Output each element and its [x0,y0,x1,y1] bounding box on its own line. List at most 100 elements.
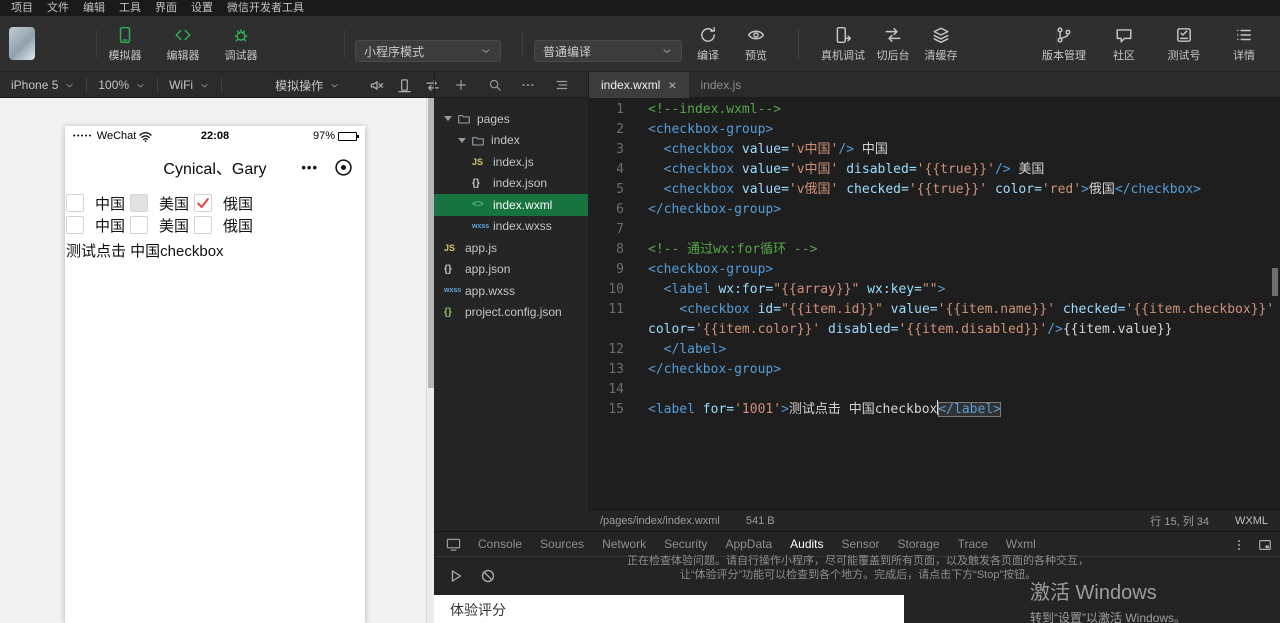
code-line-8[interactable]: 8 <!-- 通过wx:for循环 --> [588,240,1280,260]
compile-button[interactable]: 编译 [688,26,728,63]
dock-side-icon[interactable] [1258,538,1272,552]
file-item-index.wxss[interactable]: wxss index.wxss [434,216,588,238]
tab-index.wxml[interactable]: index.wxml × [589,72,689,98]
code-line-5[interactable]: 5 <checkbox value='v俄国' checked='{{true}… [588,180,1280,200]
menu-item-1[interactable]: 项目 [4,0,40,16]
test-caption[interactable]: 测试点击 中国checkbox [65,236,365,261]
checkbox-unchecked[interactable] [194,216,213,234]
expand-arrow-icon[interactable] [458,137,466,143]
search-button[interactable] [488,78,502,92]
file-item-app.js[interactable]: JS app.js [434,237,588,259]
editor-statusbar: /pages/index/index.wxml 541 B 行 15, 列 34… [588,510,1280,531]
test-account-label: 测试号 [1167,49,1201,62]
checkbox-unchecked[interactable] [66,194,84,212]
menu-item-4[interactable]: 工具 [112,0,148,16]
kebab-menu-icon[interactable] [1232,538,1246,552]
remote-debug-button[interactable]: 真机调试 [821,26,865,63]
code-line-13[interactable]: 13 </checkbox-group> [588,360,1280,380]
code-line-6[interactable]: 6 </checkbox-group> [588,200,1280,220]
expand-arrow-icon[interactable] [444,116,452,122]
file-item-index.wxml[interactable]: <> index.wxml [434,194,588,216]
menu-item-6[interactable]: 设置 [184,0,220,16]
checkbox-unchecked[interactable] [66,216,84,234]
code-line-4[interactable]: 4 <checkbox value='v中国' disabled='{{true… [588,160,1280,180]
checkbox-item-中国[interactable]: 中国 [66,215,130,236]
devtools-tab-appdata[interactable]: AppData [716,532,781,557]
menu-item-3[interactable]: 编辑 [76,0,112,16]
file-item-index.js[interactable]: JS index.js [434,151,588,173]
simulator-scrollbar[interactable] [426,98,434,623]
code-editor[interactable]: 1 <!--index.wxml--> 2 <checkbox-group> 3 <ch… [588,98,1280,510]
preview-button[interactable]: 预览 [736,26,776,63]
simulate-select[interactable]: 模拟操作 [266,72,349,98]
file-item-project.config.json[interactable]: {} project.config.json [434,302,588,324]
file-item-pages[interactable]: pages [434,108,588,130]
inspect-icon[interactable] [446,537,461,552]
block-icon[interactable] [480,568,496,584]
checkbox-item-美国[interactable]: 美国 [130,215,194,236]
code-line-9[interactable]: 9 <checkbox-group> [588,260,1280,280]
device-select[interactable]: iPhone 5 [2,72,84,98]
plus-button[interactable] [454,78,468,92]
devtools-tab-trace[interactable]: Trace [949,532,997,557]
test-account-button[interactable]: 测试号 [1162,26,1206,63]
to-background-button[interactable]: 切后台 [873,26,913,63]
details-button[interactable]: 详情 [1222,26,1266,63]
code-line-3[interactable]: 3 <checkbox value='v中国'/> 中国 [588,140,1280,160]
code-line-1[interactable]: 1 <!--index.wxml--> [588,100,1280,120]
code-line-2[interactable]: 2 <checkbox-group> [588,120,1280,140]
code-line-11[interactable]: 11 <checkbox id="{{item.id}}" value='{{i… [588,300,1280,340]
more-menu-icon[interactable]: ••• [301,160,318,175]
outline-button[interactable] [555,78,569,92]
explorer-header [434,72,588,98]
close-tab-icon[interactable]: × [668,78,676,92]
checkbox-item-俄国[interactable]: 俄国 [194,215,258,236]
debugger-button[interactable]: 调试器 [219,26,263,63]
code-line-14[interactable]: 14 [588,380,1280,400]
code-line-7[interactable]: 7 [588,220,1280,240]
run-audit-icon[interactable] [448,568,464,584]
line-number: 5 [616,182,624,197]
rotate-button[interactable] [397,78,412,93]
mute-button[interactable] [369,78,384,93]
zoom-select[interactable]: 100% [89,72,155,98]
devtools-tab-sources[interactable]: Sources [531,532,593,557]
devtools-tab-network[interactable]: Network [593,532,655,557]
editor-scrollbar[interactable] [1272,268,1278,296]
code-line-15[interactable]: 15 <label for='1001'>测试点击 中国checkbox</lab… [588,400,1280,420]
devtools-tab-storage[interactable]: Storage [889,532,949,557]
file-item-app.wxss[interactable]: wxss app.wxss [434,280,588,302]
devtools-tab-audits[interactable]: Audits [781,532,832,557]
network-select[interactable]: WiFi [160,72,219,98]
home-circle-icon[interactable] [334,158,353,177]
menu-item-7[interactable]: 微信开发者工具 [220,0,311,16]
devtools-tab-console[interactable]: Console [469,532,531,557]
menu-item-2[interactable]: 文件 [40,0,76,16]
checkbox-unchecked[interactable] [130,216,149,234]
checkbox-disabled[interactable] [130,194,149,212]
simulator-button[interactable]: 模拟器 [103,26,147,63]
devtools-tab-wxml[interactable]: Wxml [997,532,1045,557]
file-item-index.json[interactable]: {} index.json [434,173,588,195]
devtools-tab-sensor[interactable]: Sensor [833,532,889,557]
community-button[interactable]: 社区 [1102,26,1146,63]
tab-index.js[interactable]: index.js [689,72,754,98]
menu-item-5[interactable]: 界面 [148,0,184,16]
checkbox-item-美国[interactable]: 美国 [130,193,194,214]
more-button[interactable] [521,78,535,92]
checkbox-item-中国[interactable]: 中国 [66,193,130,214]
file-item-index[interactable]: index [434,130,588,152]
file-item-app.json[interactable]: {} app.json [434,259,588,281]
compile-mode-select[interactable]: 普通编译 [534,40,682,62]
language-mode[interactable]: WXML [1235,515,1268,527]
checkbox-item-俄国[interactable]: 俄国 [194,193,258,214]
devtools-tab-security[interactable]: Security [655,532,716,557]
code-line-12[interactable]: 12 </label> [588,340,1280,360]
clear-cache-button[interactable]: 清缓存 [921,26,961,63]
code-line-10[interactable]: 10 <label wx:for="{{array}}" wx:key=""> [588,280,1280,300]
mode-select[interactable]: 小程序模式 [355,40,501,62]
version-control-button[interactable]: 版本管理 [1042,26,1086,63]
editor-button[interactable]: 编辑器 [161,26,205,63]
checkbox-checked[interactable] [194,194,213,212]
user-avatar[interactable] [9,27,35,60]
